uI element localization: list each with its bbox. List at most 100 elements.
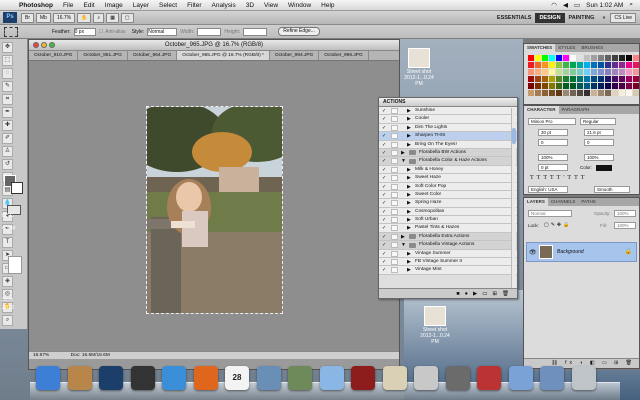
action-toggle-checkbox[interactable]: ✓ <box>382 108 388 114</box>
color-swatch[interactable] <box>528 83 534 89</box>
type-tool-icon[interactable]: T <box>2 237 13 248</box>
menu-analysis[interactable]: Analysis <box>207 2 241 9</box>
color-swatch[interactable] <box>598 55 604 61</box>
lasso-tool-icon[interactable]: ◌ <box>2 68 13 79</box>
expand-set-icon[interactable]: ▼ <box>401 241 406 249</box>
doc-tab[interactable]: October_994.JPG <box>270 51 320 60</box>
action-set-row[interactable]: ✓ ▶ Florabella BW Actions <box>379 148 517 158</box>
action-toggle-checkbox[interactable]: ✓ <box>382 116 388 122</box>
color-swatch[interactable] <box>549 62 555 68</box>
dialog-toggle-box[interactable] <box>391 141 398 148</box>
color-swatch[interactable] <box>570 83 576 89</box>
tab-styles[interactable]: STYLES <box>555 44 578 52</box>
color-swatch[interactable] <box>633 83 639 89</box>
color-swatch[interactable] <box>563 76 569 82</box>
height-input[interactable] <box>243 27 268 36</box>
expand-action-icon[interactable]: ▶ <box>407 250 411 258</box>
color-swatch[interactable] <box>549 69 555 75</box>
action-toggle-checkbox[interactable]: ✓ <box>382 200 388 206</box>
record-icon[interactable]: ● <box>465 291 468 297</box>
color-swatch[interactable] <box>619 90 625 96</box>
action-toggle-checkbox[interactable]: ✓ <box>382 192 388 198</box>
dialog-toggle-box[interactable] <box>391 175 398 182</box>
menu-app-name[interactable]: Photoshop <box>14 2 58 9</box>
color-swatch[interactable] <box>591 62 597 68</box>
action-row[interactable]: ✓ ▶ Milk & Honey <box>379 165 517 175</box>
dialog-toggle-box[interactable] <box>391 217 398 224</box>
color-swatch[interactable] <box>542 83 548 89</box>
color-swatch[interactable] <box>535 62 541 68</box>
colorsync-icon[interactable] <box>445 366 470 390</box>
menu-view[interactable]: View <box>259 2 283 9</box>
menu-window[interactable]: Window <box>283 2 316 9</box>
color-swatch[interactable] <box>612 69 618 75</box>
text-color-swatch[interactable] <box>596 165 612 171</box>
color-swatch[interactable] <box>577 90 583 96</box>
action-toggle-checkbox[interactable]: ✓ <box>382 158 388 164</box>
feather-input[interactable]: 0 px <box>73 27 96 36</box>
history-brush-icon[interactable]: ↺ <box>2 159 13 170</box>
doc-tab[interactable]: October_996.JPG <box>319 51 369 60</box>
expand-action-icon[interactable]: ▶ <box>407 191 411 199</box>
color-swatch[interactable] <box>563 55 569 61</box>
minimize-window-button[interactable] <box>41 42 47 48</box>
action-toggle-checkbox[interactable]: ✓ <box>382 184 388 190</box>
color-swatch[interactable] <box>563 83 569 89</box>
wifi-icon[interactable]: ◠ <box>548 1 560 9</box>
dialog-toggle-box[interactable] <box>391 267 398 274</box>
photobooth-icon[interactable] <box>477 366 501 390</box>
contacts-icon[interactable] <box>67 366 92 390</box>
expand-action-icon[interactable]: ▶ <box>407 174 411 182</box>
color-swatch[interactable] <box>556 62 562 68</box>
action-row[interactable]: ✓ ▶ Soft Color Pop <box>379 182 517 191</box>
color-swatch[interactable] <box>591 83 597 89</box>
expand-set-icon[interactable]: ▼ <box>401 157 406 165</box>
color-swatch[interactable] <box>528 90 534 96</box>
color-swatch[interactable] <box>570 76 576 82</box>
minibridge-button[interactable]: Mb <box>36 12 51 23</box>
color-swatch[interactable] <box>542 62 548 68</box>
screen-mode-button[interactable]: ▢ <box>120 12 134 23</box>
color-swatch[interactable] <box>605 69 611 75</box>
color-swatch[interactable] <box>605 76 611 82</box>
color-swatch[interactable] <box>619 69 625 75</box>
font-style-select[interactable]: Regular <box>580 118 616 125</box>
facetime-icon[interactable] <box>288 366 312 390</box>
tools-icon[interactable] <box>382 366 407 390</box>
expand-action-icon[interactable]: ▶ <box>407 107 411 115</box>
action-toggle-checkbox[interactable]: ✓ <box>382 133 388 139</box>
action-row[interactable]: ✓ ▶ Sharpen THIS <box>379 132 517 141</box>
color-swatch[interactable] <box>584 55 590 61</box>
expand-action-icon[interactable]: ▶ <box>407 132 411 140</box>
tab-paragraph[interactable]: PARAGRAPH <box>559 106 593 114</box>
preview-icon[interactable] <box>414 366 438 390</box>
expand-action-icon[interactable]: ▶ <box>407 166 411 174</box>
action-row[interactable]: ✓ ▶ Sweet Color <box>379 190 517 200</box>
color-swatch[interactable] <box>563 62 569 68</box>
color-swatch[interactable] <box>584 83 590 89</box>
action-toggle-checkbox[interactable]: ✓ <box>382 251 388 257</box>
color-swatch[interactable] <box>556 69 562 75</box>
antialias-checkbox[interactable]: ☐ <box>99 29 103 35</box>
dialog-toggle-box[interactable] <box>391 183 398 190</box>
expand-set-icon[interactable]: ▶ <box>401 233 405 241</box>
action-toggle-checkbox[interactable]: ✓ <box>382 225 388 231</box>
color-swatch[interactable] <box>577 55 583 61</box>
color-swatch[interactable] <box>633 62 639 68</box>
color-swatch[interactable] <box>605 55 611 61</box>
color-swatch[interactable] <box>605 83 611 89</box>
background-color-swatch[interactable] <box>11 182 23 194</box>
color-swatch[interactable] <box>577 69 583 75</box>
volume-icon[interactable]: ◀ <box>560 1 571 9</box>
zoom-tool-button[interactable]: ⌕ <box>93 12 105 23</box>
photoshop-icon[interactable] <box>99 366 123 390</box>
menu-select[interactable]: Select <box>154 2 182 9</box>
crop-tool-icon[interactable]: ⌗ <box>2 94 13 105</box>
dialog-toggle-box[interactable] <box>391 149 398 156</box>
trash-icon[interactable] <box>571 366 596 390</box>
color-swatch[interactable] <box>584 62 590 68</box>
actions-panel-title[interactable]: ACTIONS <box>379 98 517 107</box>
tab-swatches[interactable]: SWATCHES <box>524 44 556 52</box>
action-toggle-checkbox[interactable]: ✓ <box>382 259 388 265</box>
menu-layer[interactable]: Layer <box>128 2 154 9</box>
